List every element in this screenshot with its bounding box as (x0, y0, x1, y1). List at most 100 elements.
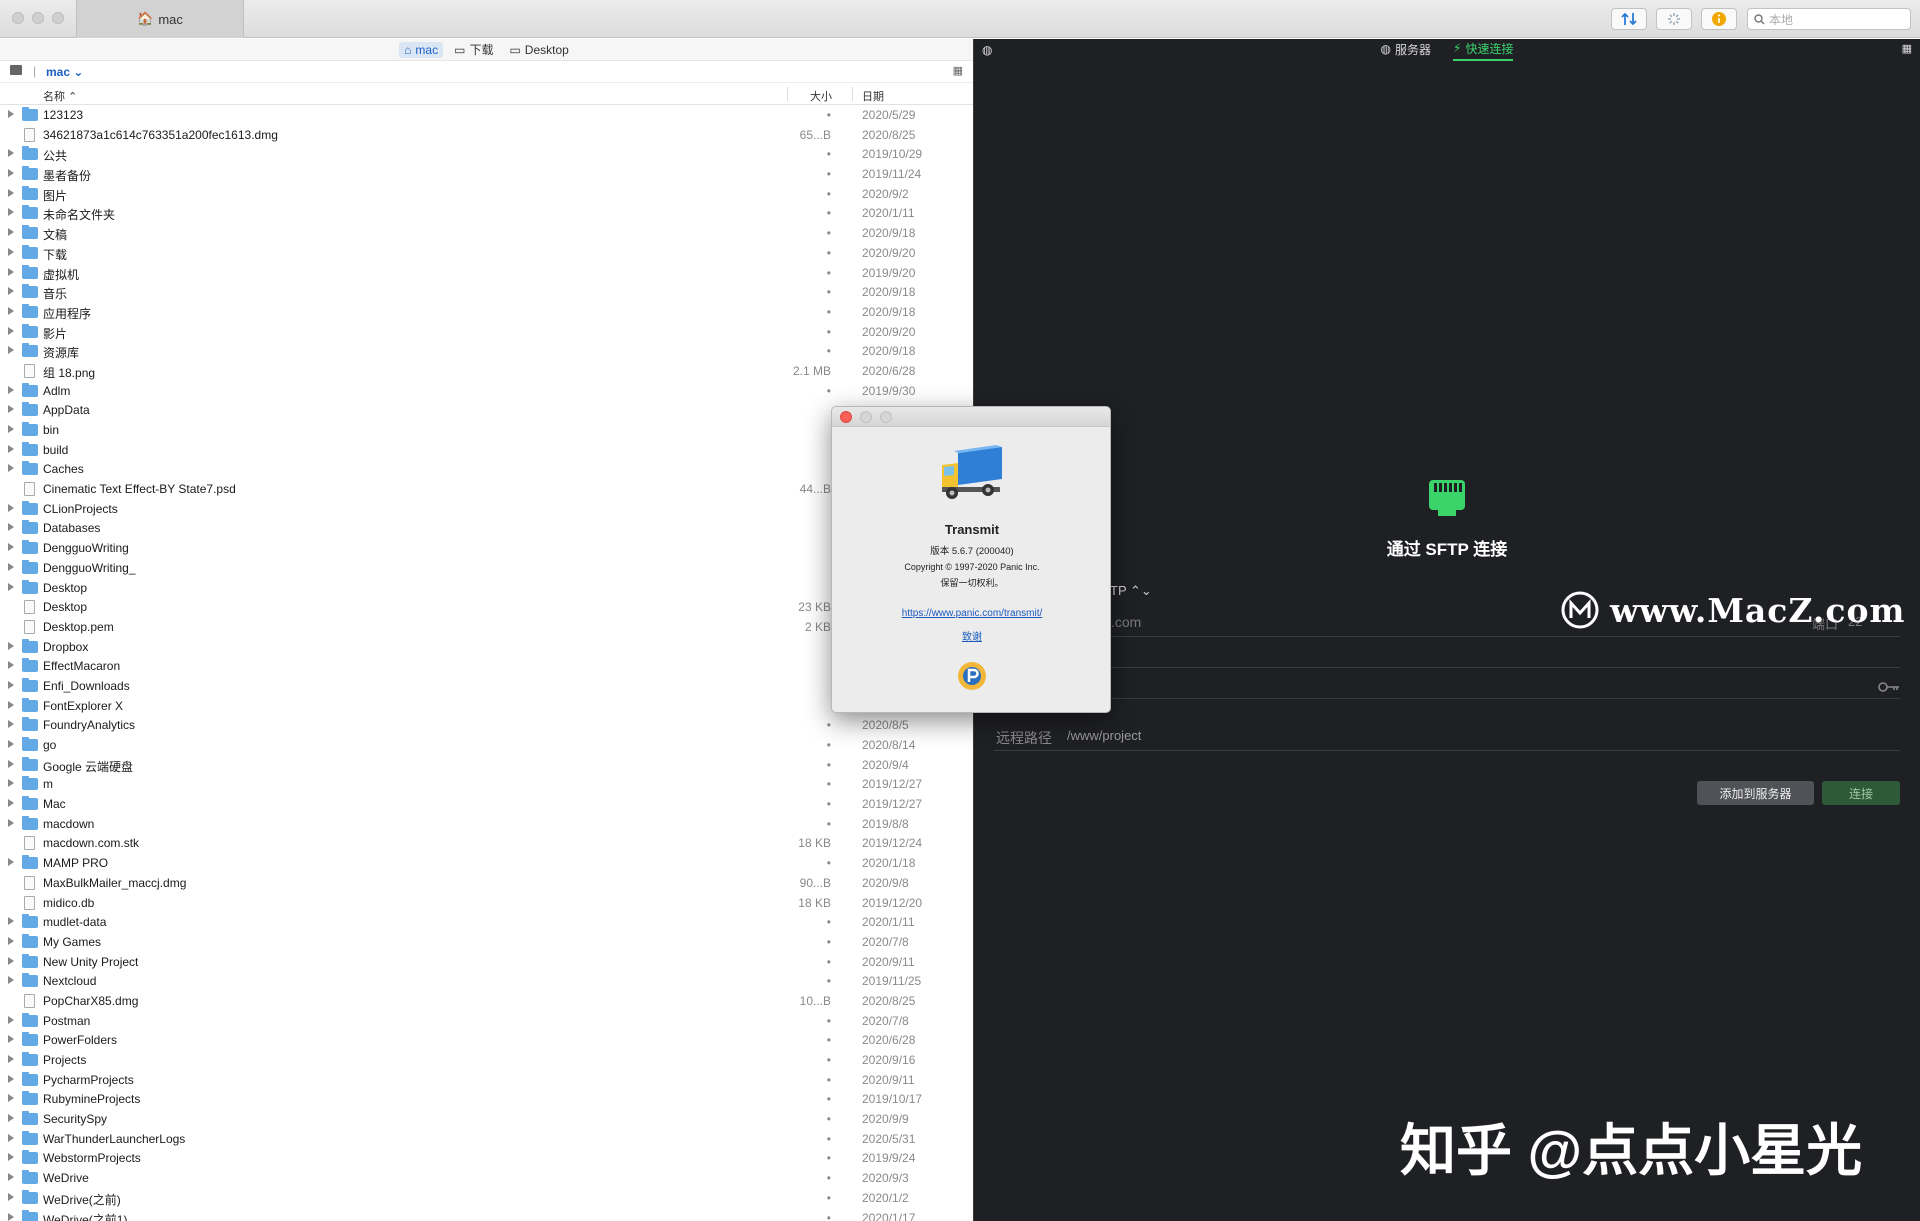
disclosure-triangle-icon[interactable] (8, 464, 14, 473)
info-button[interactable] (1701, 8, 1737, 30)
tab-quick-connect[interactable]: ⚡ 快速连接 (1453, 40, 1514, 61)
transfer-button[interactable] (1611, 8, 1647, 30)
add-to-servers-button[interactable]: 添加到服务器 (1697, 781, 1814, 805)
file-row[interactable]: Databases (0, 518, 973, 538)
file-row[interactable]: 组 18.png 2.1 MB 2020/6/28 (0, 361, 973, 381)
disclosure-triangle-icon[interactable] (8, 661, 14, 670)
file-row[interactable]: DengguoWriting_ (0, 558, 973, 578)
file-row[interactable]: WarThunderLauncherLogs • 2020/5/31 (0, 1129, 973, 1149)
file-row[interactable]: Google 云端硬盘 • 2020/9/4 (0, 755, 973, 775)
file-row[interactable]: WeDrive(之前1) • 2020/1/17 (0, 1208, 973, 1221)
disclosure-triangle-icon[interactable] (8, 326, 14, 335)
close-dialog-button[interactable] (840, 411, 852, 423)
disclosure-triangle-icon[interactable] (8, 287, 14, 296)
file-row[interactable]: WeDrive(之前) • 2020/1/2 (0, 1188, 973, 1208)
disclosure-triangle-icon[interactable] (8, 1074, 14, 1083)
website-link[interactable]: https://www.panic.com/transmit/ (902, 608, 1043, 619)
disclosure-triangle-icon[interactable] (8, 444, 14, 453)
disclosure-triangle-icon[interactable] (8, 720, 14, 729)
minimize-dialog-button[interactable] (860, 411, 872, 423)
file-row[interactable]: FontExplorer X (0, 696, 973, 716)
key-icon[interactable] (1878, 679, 1899, 692)
disclosure-triangle-icon[interactable] (8, 1055, 14, 1063)
search-input[interactable]: 本地 (1747, 8, 1911, 30)
file-row[interactable]: Nextcloud • 2019/11/25 (0, 971, 973, 991)
disclosure-triangle-icon[interactable] (8, 1133, 14, 1142)
disclosure-triangle-icon[interactable] (8, 1094, 14, 1103)
file-row[interactable]: AppData (0, 400, 973, 420)
disclosure-triangle-icon[interactable] (8, 936, 14, 945)
file-row[interactable]: 虚拟机 • 2019/9/20 (0, 263, 973, 283)
file-row[interactable]: 下载 • 2020/9/20 (0, 243, 973, 263)
file-row[interactable]: PopCharX85.dmg 10...B 2020/8/25 (0, 991, 973, 1011)
disclosure-triangle-icon[interactable] (8, 1212, 14, 1221)
file-row[interactable]: Adlm • 2019/9/30 (0, 381, 973, 401)
file-row[interactable]: go • 2020/8/14 (0, 735, 973, 755)
column-name-header[interactable]: 名称 ⌃ (43, 88, 77, 104)
disclosure-triangle-icon[interactable] (8, 110, 14, 118)
file-row[interactable]: MaxBulkMailer_maccj.dmg 90...B 2020/9/8 (0, 873, 973, 893)
disclosure-triangle-icon[interactable] (8, 247, 14, 256)
column-date-header[interactable]: 日期 (862, 88, 884, 104)
disclosure-triangle-icon[interactable] (8, 700, 14, 709)
zoom-dialog-button[interactable] (880, 411, 892, 423)
host-field[interactable]: .com (1111, 614, 1141, 630)
connect-button[interactable]: 连接 (1822, 781, 1900, 805)
file-row[interactable]: FoundryAnalytics • 2020/8/5 (0, 715, 973, 735)
file-row[interactable]: bin (0, 420, 973, 440)
disclosure-triangle-icon[interactable] (8, 267, 14, 276)
file-row[interactable]: WebstormProjects • 2019/9/24 (0, 1148, 973, 1168)
disclosure-triangle-icon[interactable] (8, 188, 14, 197)
file-row[interactable]: RubymineProjects • 2019/10/17 (0, 1089, 973, 1109)
file-row[interactable]: 图片 • 2020/9/2 (0, 184, 973, 204)
credits-link[interactable]: 致谢 (962, 632, 982, 643)
grid-view-icon[interactable]: ▦ (1902, 42, 1912, 55)
disclosure-triangle-icon[interactable] (8, 1114, 14, 1123)
disclosure-triangle-icon[interactable] (8, 208, 14, 217)
file-row[interactable]: Cinematic Text Effect-BY State7.psd 44...… (0, 479, 973, 499)
file-row[interactable]: midico.db 18 KB 2019/12/20 (0, 893, 973, 913)
disclosure-triangle-icon[interactable] (8, 385, 14, 394)
file-row[interactable]: mudlet-data • 2020/1/11 (0, 912, 973, 932)
tab-servers[interactable]: ◍ 服务器 (1381, 41, 1432, 60)
disclosure-triangle-icon[interactable] (8, 228, 14, 237)
disclosure-triangle-icon[interactable] (8, 740, 14, 748)
file-row[interactable]: Projects • 2020/9/16 (0, 1050, 973, 1070)
file-row[interactable]: 34621873a1c614c763351a200fec1613.dmg 65..… (0, 125, 973, 145)
file-row[interactable]: Enfi_Downloads (0, 676, 973, 696)
file-row[interactable]: m • 2019/12/27 (0, 774, 973, 794)
file-row[interactable]: CLionProjects (0, 499, 973, 519)
disclosure-triangle-icon[interactable] (8, 543, 14, 552)
file-row[interactable]: macdown • 2019/8/8 (0, 814, 973, 834)
close-window-button[interactable] (12, 12, 24, 24)
disclosure-triangle-icon[interactable] (8, 582, 14, 591)
protocol-select[interactable]: TP ⌃⌄ (1110, 583, 1152, 599)
disclosure-triangle-icon[interactable] (8, 1173, 14, 1182)
grid-view-icon[interactable]: ▦ (953, 64, 963, 77)
file-row[interactable]: WeDrive • 2020/9/3 (0, 1168, 973, 1188)
file-row[interactable]: Dropbox (0, 637, 973, 657)
file-row[interactable]: 影片 • 2020/9/20 (0, 322, 973, 342)
disclosure-triangle-icon[interactable] (8, 346, 14, 355)
disclosure-triangle-icon[interactable] (8, 1192, 14, 1201)
file-row[interactable]: Postman • 2020/7/8 (0, 1011, 973, 1031)
file-row[interactable]: EffectMacaron (0, 656, 973, 676)
globe-icon[interactable]: ◍ (982, 43, 992, 57)
disclosure-triangle-icon[interactable] (8, 956, 14, 965)
crumb-desktop[interactable]: ▭ Desktop (504, 42, 573, 58)
file-row[interactable]: Desktop 23 KB (0, 597, 973, 617)
disclosure-triangle-icon[interactable] (8, 425, 14, 433)
disclosure-triangle-icon[interactable] (8, 503, 14, 512)
disclosure-triangle-icon[interactable] (8, 1153, 14, 1162)
file-row[interactable]: build (0, 440, 973, 460)
file-row[interactable]: SecuritySpy • 2020/9/9 (0, 1109, 973, 1129)
file-row[interactable]: PowerFolders • 2020/6/28 (0, 1030, 973, 1050)
disclosure-triangle-icon[interactable] (8, 759, 14, 768)
drive-icon[interactable] (10, 65, 22, 75)
file-row[interactable]: 文稿 • 2020/9/18 (0, 223, 973, 243)
disclosure-triangle-icon[interactable] (8, 306, 14, 315)
column-size-header[interactable]: 大小 (810, 88, 832, 104)
file-row[interactable]: PycharmProjects • 2020/9/11 (0, 1070, 973, 1090)
activity-button[interactable] (1656, 8, 1692, 30)
crumb-mac[interactable]: ⌂ mac (399, 41, 444, 58)
